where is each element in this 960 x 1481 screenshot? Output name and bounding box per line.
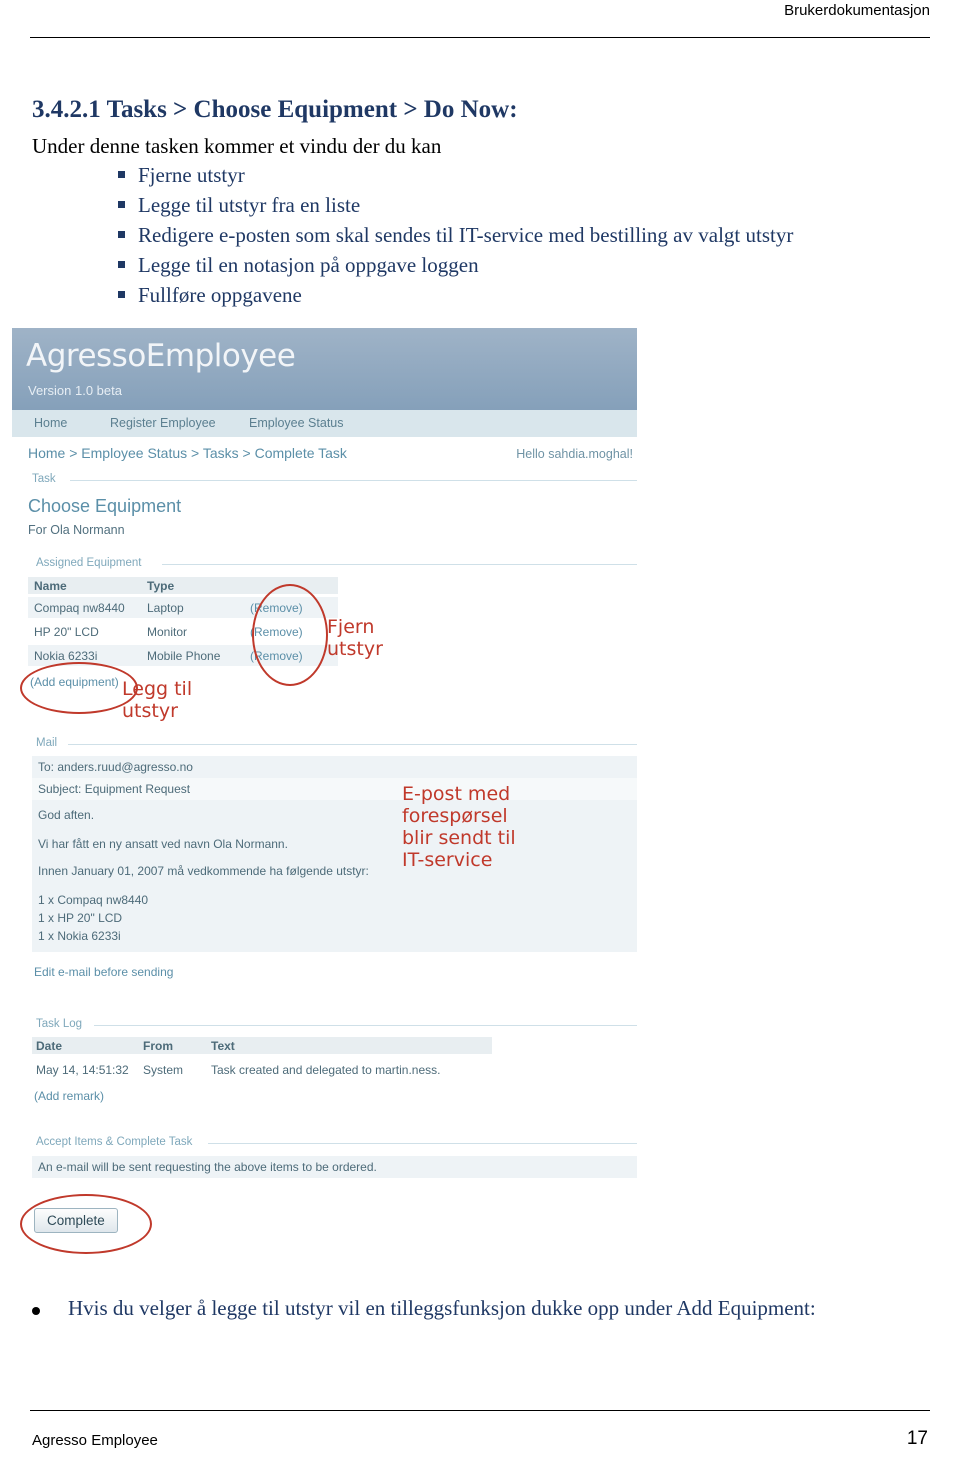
mail-body-line: God aften. <box>38 808 95 822</box>
annotation-ellipse-add-equipment <box>20 662 138 714</box>
nav-item-employee-status[interactable]: Employee Status <box>249 416 344 430</box>
group-label-accept: Accept Items & Complete Task <box>36 1136 193 1148</box>
mail-subject: Subject: Equipment Request <box>38 782 191 796</box>
group-rule-task-log <box>94 1025 637 1026</box>
list-item: Legge til utstyr fra en liste <box>110 190 950 220</box>
app-navbar: Home Register Employee Employee Status <box>12 410 637 437</box>
square-bullet-icon <box>118 201 125 208</box>
round-bullet-icon <box>32 1307 40 1315</box>
list-item: Redigere e-posten som skal sendes til IT… <box>110 220 950 250</box>
column-header-type: Type <box>147 579 175 593</box>
edit-email-link[interactable]: Edit e-mail before sending <box>34 965 173 979</box>
column-header-from: From <box>143 1039 173 1053</box>
mail-body-line: 1 x HP 20" LCD <box>38 911 123 925</box>
group-rule-accept <box>208 1143 637 1144</box>
table-cell-name: Nokia 6233i <box>34 649 98 663</box>
app-title: AgressoEmployee <box>26 338 296 374</box>
list-item-label: Legge til en notasjon på oppgave loggen <box>138 253 479 277</box>
mail-to: To: anders.ruud@agresso.no <box>38 760 193 774</box>
section-title: Tasks > Choose Equipment > Do Now: <box>106 96 518 123</box>
embedded-screenshot: AgressoEmployee Version 1.0 beta Home Re… <box>12 328 637 1268</box>
breadcrumb[interactable]: Home > Employee Status > Tasks > Complet… <box>28 445 347 461</box>
list-item: Fullføre oppgavene <box>110 280 950 310</box>
list-item-label: Legge til utstyr fra en liste <box>138 193 361 217</box>
app-banner: AgressoEmployee Version 1.0 beta <box>12 328 637 410</box>
mail-body-line: Innen January 01, 2007 må vedkommende ha… <box>38 864 369 878</box>
square-bullet-icon <box>118 171 125 178</box>
section-number: 3.4.2.1 <box>32 96 101 123</box>
page-header: Brukerdokumentasjon <box>0 0 960 44</box>
list-item-label: Fullføre oppgavene <box>138 283 302 307</box>
nav-item-register-employee[interactable]: Register Employee <box>110 416 216 430</box>
group-label-task: Task <box>32 473 56 485</box>
annotation-legg-til-utstyr: Legg til utstyr <box>122 678 193 722</box>
page-title: 3.4.2.1 Tasks > Choose Equipment > Do No… <box>32 96 518 124</box>
group-label-assigned-equipment: Assigned Equipment <box>36 557 142 569</box>
group-label-task-log: Task Log <box>36 1018 83 1030</box>
log-table-header <box>32 1037 492 1054</box>
bottom-note-label: Hvis du velger å legge til utstyr vil en… <box>68 1296 816 1320</box>
table-cell-type: Monitor <box>147 625 188 639</box>
square-bullet-icon <box>118 261 125 268</box>
bottom-note: Hvis du velger å legge til utstyr vil en… <box>32 1296 816 1321</box>
footer-page-number: 17 <box>906 1428 928 1449</box>
table-cell-name: Compaq nw8440 <box>34 601 125 615</box>
annotation-ellipse-complete <box>20 1194 152 1254</box>
task-title: Choose Equipment <box>28 496 182 516</box>
table-cell-type: Mobile Phone <box>147 649 221 663</box>
mail-body-line: Vi har fått en ny ansatt ved navn Ola No… <box>38 837 288 851</box>
table-cell-name: HP 20" LCD <box>34 625 99 639</box>
column-header-text: Text <box>211 1039 235 1053</box>
accept-note: An e-mail will be sent requesting the ab… <box>38 1160 377 1174</box>
annotation-fjern-utstyr: Fjern utstyr <box>327 616 383 660</box>
log-cell-text: Task created and delegated to martin.nes… <box>211 1063 441 1077</box>
square-bullet-icon <box>118 231 125 238</box>
list-item: Fjerne utstyr <box>110 160 950 190</box>
nav-item-home[interactable]: Home <box>34 416 67 430</box>
group-rule-mail <box>68 744 637 745</box>
document-page: Brukerdokumentasjon 3.4.2.1 Tasks > Choo… <box>0 0 960 1481</box>
list-item-label: Redigere e-posten som skal sendes til IT… <box>138 223 794 247</box>
square-bullet-icon <box>118 291 125 298</box>
log-cell-date: May 14, 14:51:32 <box>36 1063 129 1077</box>
user-greeting: Hello sahdia.moghal! <box>516 447 633 461</box>
log-cell-from: System <box>143 1063 184 1077</box>
column-header-date: Date <box>36 1039 63 1053</box>
mail-body-line: 1 x Nokia 6233i <box>38 929 121 943</box>
section-intro: Under denne tasken kommer et vindu der d… <box>32 134 442 158</box>
group-rule-task <box>70 480 637 481</box>
add-remark-link[interactable]: (Add remark) <box>34 1089 104 1103</box>
footer-left: Agresso Employee <box>32 1432 158 1449</box>
column-header-name: Name <box>34 579 67 593</box>
app-version: Version 1.0 beta <box>28 383 122 398</box>
annotation-ellipse-remove <box>252 584 328 686</box>
annotation-epost-it-service: E-post med forespørsel blir sendt til IT… <box>402 783 516 871</box>
section-bullet-list: Fjerne utstyr Legge til utstyr fra en li… <box>110 160 950 310</box>
task-subject: For Ola Normann <box>28 523 125 537</box>
list-item-label: Fjerne utstyr <box>138 163 245 187</box>
running-head: Brukerdokumentasjon <box>784 2 930 19</box>
group-rule-assigned <box>162 564 637 565</box>
footer-rule <box>30 1410 930 1411</box>
header-rule <box>30 37 930 38</box>
mail-body-line: 1 x Compaq nw8440 <box>38 893 149 907</box>
group-label-mail: Mail <box>36 737 58 749</box>
table-cell-type: Laptop <box>147 601 184 615</box>
list-item: Legge til en notasjon på oppgave loggen <box>110 250 950 280</box>
